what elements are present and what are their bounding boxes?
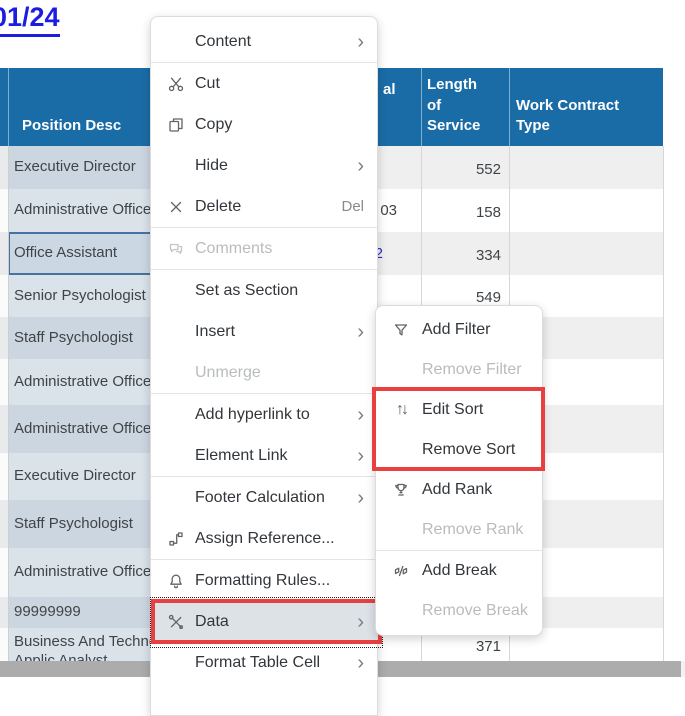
tools-icon: [163, 613, 189, 631]
header-divider: [8, 68, 9, 146]
menu-item-label: Content: [195, 33, 357, 51]
length-of-service-cell[interactable]: 334: [421, 232, 509, 275]
menu-item-edit-sort[interactable]: ↑↓ Edit Sort: [376, 390, 542, 430]
header-cell-length-of-service[interactable]: Length of Service: [421, 68, 509, 146]
row-edge-cell[interactable]: [0, 548, 8, 597]
menu-item-delete[interactable]: DeleteDel: [151, 186, 377, 227]
menu-item-remove-filter: Remove Filter: [376, 350, 542, 390]
row-edge-cell[interactable]: [0, 317, 8, 359]
menu-item-label: Add Filter: [422, 321, 542, 339]
chevron-right-icon: ›: [357, 322, 364, 342]
menu-item-label: Data: [195, 613, 357, 631]
bell-icon: [163, 572, 189, 590]
menu-item-element-link[interactable]: Element Link›: [151, 435, 377, 476]
work-contract-type-cell[interactable]: [509, 146, 663, 189]
menu-item-remove-sort[interactable]: Remove Sort: [376, 430, 542, 470]
chevron-right-icon: ›: [357, 488, 364, 508]
menu-item-comments: Comments: [151, 228, 377, 269]
menu-item-assign-reference[interactable]: Assign Reference...: [151, 518, 377, 559]
row-edge-cell[interactable]: [0, 628, 8, 661]
sort-icon: ↑↓: [386, 401, 416, 419]
header-divider: [509, 68, 510, 146]
column-header-fragment: al: [383, 80, 396, 100]
trophy-icon: [386, 481, 416, 499]
close-icon: [163, 198, 189, 216]
menu-item-add-filter[interactable]: Add Filter: [376, 310, 542, 350]
menu-item-label: Insert: [195, 323, 357, 341]
row-edge-cell[interactable]: [0, 453, 8, 500]
menu-item-label: Comments: [195, 240, 377, 258]
chevron-right-icon: ›: [357, 653, 364, 673]
reference-icon: [163, 530, 189, 548]
menu-item-label: Hide: [195, 157, 357, 175]
menu-item-label: Remove Sort: [422, 441, 542, 459]
menu-item-formatting-rules[interactable]: Formatting Rules...: [151, 560, 377, 601]
gridline: [663, 146, 664, 661]
menu-item-label: Add Rank: [422, 481, 542, 499]
menu-item-label: Remove Break: [422, 602, 542, 620]
menu-item-label: Edit Sort: [422, 401, 542, 419]
row-edge-cell[interactable]: [0, 189, 8, 232]
menu-item-content[interactable]: Content›: [151, 21, 377, 62]
menu-item-label: Remove Filter: [422, 361, 542, 379]
row-edge-cell[interactable]: [0, 597, 8, 628]
row-edge-cell[interactable]: [0, 500, 8, 548]
menu-item-footer-calculation[interactable]: Footer Calculation›: [151, 477, 377, 518]
menu-item-label: Add Break: [422, 562, 542, 580]
menu-item-label: Cut: [195, 75, 377, 93]
menu-item-remove-break: Remove Break: [376, 591, 542, 631]
data-submenu: Add Filter Remove Filter ↑↓ Edit Sort Remove…: [375, 305, 543, 636]
menu-item-cut[interactable]: Cut: [151, 63, 377, 104]
comments-icon: [163, 240, 189, 258]
scissors-icon: [163, 75, 189, 93]
menu-item-label: Copy: [195, 116, 377, 134]
copy-icon: [163, 116, 189, 134]
menu-item-label: Set as Section: [195, 282, 377, 300]
menu-item-add-hyperlink-to[interactable]: Add hyperlink to›: [151, 394, 377, 435]
menu-item-unmerge: Unmerge: [151, 352, 377, 393]
row-edge-cell[interactable]: [0, 275, 8, 317]
header-cell-work-contract-type[interactable]: Work Contract Type: [509, 68, 663, 146]
length-of-service-cell[interactable]: 158: [421, 189, 509, 232]
menu-item-label: Format Table Cell: [195, 654, 357, 672]
row-edge-cell[interactable]: [0, 405, 8, 453]
column-header-label: Length of Service: [427, 75, 489, 136]
menu-item-add-break[interactable]: Add Break: [376, 551, 542, 591]
chevron-right-icon: ›: [357, 156, 364, 176]
menu-item-shortcut: Del: [341, 198, 364, 215]
column-header-label: Position Desc: [22, 116, 121, 136]
menu-item-copy[interactable]: Copy: [151, 104, 377, 145]
row-edge-cell[interactable]: [0, 359, 8, 405]
chevron-right-icon: ›: [357, 446, 364, 466]
chevron-right-icon: ›: [357, 32, 364, 52]
menu-item-label: Add hyperlink to: [195, 406, 357, 424]
chevron-right-icon: ›: [357, 405, 364, 425]
row-edge-cell[interactable]: [0, 232, 8, 275]
menu-item-label: Footer Calculation: [195, 489, 357, 507]
menu-item-label: Delete: [195, 198, 341, 216]
chevron-right-icon: ›: [357, 612, 364, 632]
filter-icon: [386, 321, 416, 339]
menu-item-label: Assign Reference...: [195, 530, 377, 548]
menu-item-label: Remove Rank: [422, 521, 542, 539]
menu-item-data[interactable]: Data›: [151, 601, 377, 642]
work-contract-type-cell[interactable]: [509, 232, 663, 275]
length-of-service-cell[interactable]: 552: [421, 146, 509, 189]
context-menu: Content›CutCopyHide›DeleteDelCommentsSet…: [150, 16, 378, 716]
menu-item-hide[interactable]: Hide›: [151, 145, 377, 186]
column-header-label: Work Contract Type: [516, 96, 641, 137]
date-link[interactable]: 01/24: [0, 2, 60, 37]
menu-item-label: Element Link: [195, 447, 357, 465]
menu-item-insert[interactable]: Insert›: [151, 311, 377, 352]
menu-item-remove-rank: Remove Rank: [376, 510, 542, 550]
row-edge-cell[interactable]: [0, 146, 8, 189]
gridline: [8, 146, 9, 661]
menu-item-set-as-section[interactable]: Set as Section: [151, 270, 377, 311]
header-divider: [421, 68, 422, 146]
menu-item-add-rank[interactable]: Add Rank: [376, 470, 542, 510]
break-icon: [386, 562, 416, 580]
menu-item-label: Unmerge: [195, 364, 377, 382]
work-contract-type-cell[interactable]: [509, 189, 663, 232]
menu-item-label: Formatting Rules...: [195, 572, 377, 590]
